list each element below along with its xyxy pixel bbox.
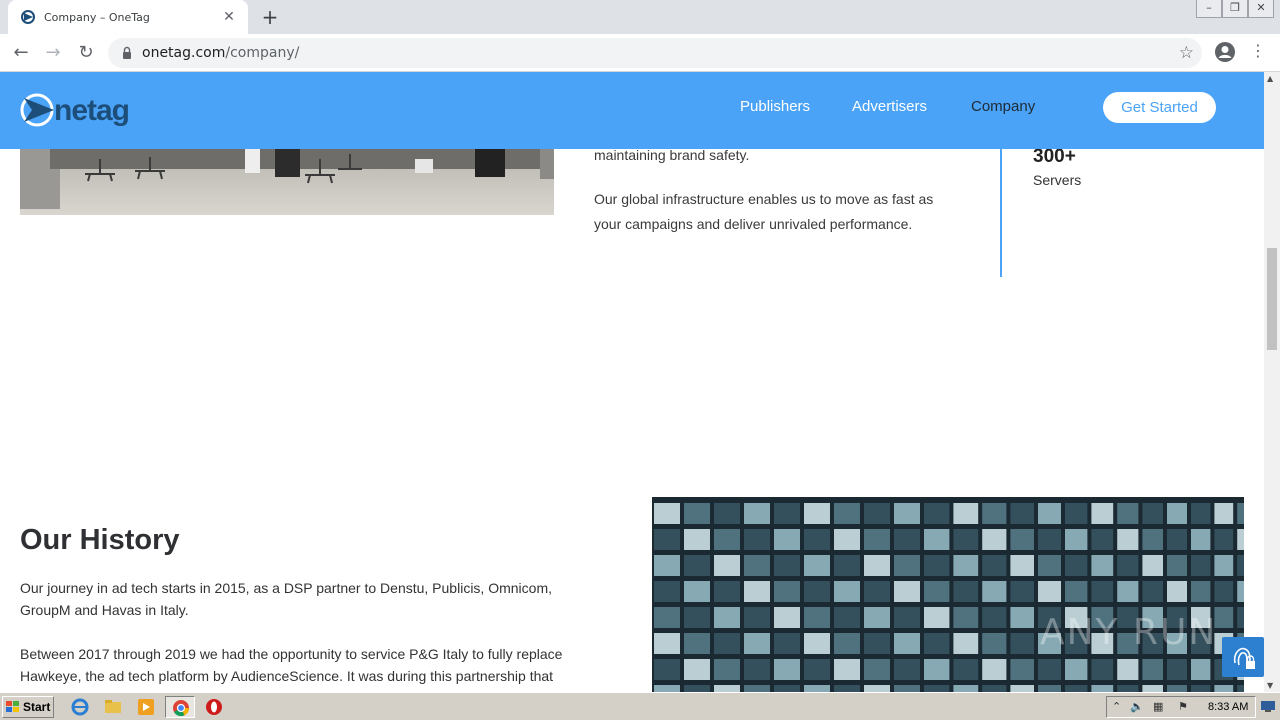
url-host: onetag.com: [142, 45, 226, 61]
svg-text:netag: netag: [54, 94, 129, 127]
onetag-favicon-icon: [21, 10, 35, 24]
volume-icon[interactable]: 🔈: [1130, 700, 1144, 713]
get-started-button[interactable]: Get Started: [1103, 92, 1216, 123]
internet-explorer-icon[interactable]: [71, 698, 89, 716]
start-button[interactable]: Start: [2, 696, 54, 718]
tab-title: Company – OneTag: [44, 10, 150, 24]
browser-tabstrip: Company – OneTag ✕ + – ❐ ✕: [0, 0, 1280, 34]
opera-icon[interactable]: [205, 698, 223, 716]
history-paragraph-1-line2: GroupM and Havas in Italy.: [20, 602, 189, 618]
taskbar-clock[interactable]: 8:33 AM: [1208, 701, 1248, 713]
scroll-up-icon[interactable]: ▲: [1267, 74, 1273, 83]
servers-stat-label: Servers: [1033, 172, 1082, 188]
onetag-logo[interactable]: netag: [20, 90, 144, 130]
scrollbar-thumb[interactable]: [1267, 248, 1277, 350]
close-tab-icon[interactable]: ✕: [220, 9, 238, 25]
office-photo: [20, 149, 554, 215]
show-desktop-icon[interactable]: [1260, 698, 1276, 714]
infrastructure-text-line1: Our global infrastructure enables us to …: [594, 191, 934, 207]
url-text: onetag.com/company/: [142, 45, 299, 61]
nav-company[interactable]: Company: [971, 98, 1035, 115]
bookmark-star-icon[interactable]: ☆: [1179, 43, 1194, 63]
close-window-button[interactable]: ✕: [1248, 0, 1274, 18]
page-viewport: netag Publishers Advertisers Company Get…: [0, 72, 1264, 692]
history-paragraph-2-line2: Hawkeye, the ad tech platform by Audienc…: [20, 668, 554, 684]
minimize-button[interactable]: –: [1196, 0, 1222, 18]
start-label: Start: [23, 700, 51, 714]
infrastructure-text-line2: your campaigns and deliver unrivaled per…: [594, 216, 913, 232]
nav-publishers[interactable]: Publishers: [740, 98, 810, 115]
browser-toolbar: ← → ↻ onetag.com/company/ ☆ ⋮: [0, 34, 1280, 72]
url-path: /company/: [225, 45, 300, 61]
back-icon[interactable]: ←: [8, 40, 34, 66]
stat-divider: [1000, 149, 1002, 277]
anyrun-watermark: ANY RUN: [1040, 612, 1218, 653]
fingerprint-lock-badge[interactable]: [1222, 637, 1264, 677]
fingerprint-icon: [1233, 647, 1255, 669]
maximize-button[interactable]: ❐: [1222, 0, 1248, 18]
network-icon[interactable]: ▦: [1153, 700, 1163, 713]
page-scrollbar[interactable]: ▲ ▼: [1264, 72, 1280, 692]
reload-icon[interactable]: ↻: [73, 40, 99, 66]
tray-expand-icon[interactable]: ⌃: [1112, 700, 1121, 713]
windows-taskbar: Start ⌃ 🔈 ▦ ⚑ 8:33 AM: [0, 692, 1280, 720]
window-controls: – ❐ ✕: [1196, 0, 1274, 18]
history-heading: Our History: [20, 524, 180, 556]
new-tab-button[interactable]: +: [258, 5, 282, 29]
profile-icon[interactable]: [1214, 41, 1236, 63]
lock-icon: [123, 46, 131, 59]
file-explorer-icon[interactable]: [104, 698, 122, 716]
site-header: netag Publishers Advertisers Company Get…: [0, 72, 1264, 149]
history-paragraph-2-line1: Between 2017 through 2019 we had the opp…: [20, 646, 563, 662]
action-center-flag-icon[interactable]: ⚑: [1178, 700, 1188, 713]
media-player-icon[interactable]: [137, 698, 155, 716]
history-paragraph-1-line1: Our journey in ad tech starts in 2015, a…: [20, 580, 552, 596]
browser-menu-icon[interactable]: ⋮: [1250, 41, 1266, 60]
servers-stat-number: 300+: [1033, 146, 1076, 167]
scroll-down-icon[interactable]: ▼: [1267, 681, 1273, 690]
browser-tab[interactable]: Company – OneTag ✕: [8, 0, 248, 34]
windows-flag-icon: [6, 701, 19, 712]
nav-advertisers[interactable]: Advertisers: [852, 98, 927, 115]
chrome-icon: [173, 700, 190, 717]
address-bar[interactable]: onetag.com/company/ ☆: [108, 38, 1202, 68]
chrome-taskbar-button[interactable]: [165, 696, 195, 718]
office-building-photo: [652, 497, 1244, 692]
forward-icon[interactable]: →: [40, 40, 66, 66]
